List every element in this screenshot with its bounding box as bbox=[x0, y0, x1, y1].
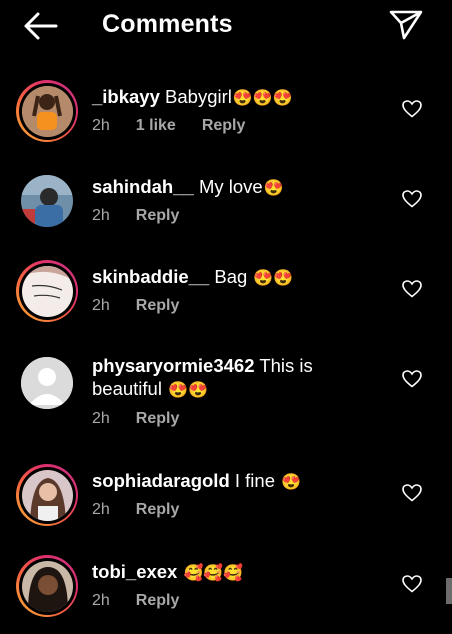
comment-time: 2h bbox=[92, 410, 110, 427]
reply-button[interactable]: Reply bbox=[202, 117, 246, 134]
heart-outline-icon[interactable] bbox=[402, 370, 422, 388]
reply-button[interactable]: Reply bbox=[136, 207, 180, 224]
comment-time: 2h bbox=[92, 592, 110, 609]
comment-time: 2h bbox=[92, 501, 110, 518]
reply-button[interactable]: Reply bbox=[136, 592, 180, 609]
paper-plane-icon[interactable] bbox=[388, 8, 424, 42]
avatar[interactable] bbox=[16, 170, 78, 232]
back-arrow-icon[interactable] bbox=[20, 10, 60, 42]
scrollbar-thumb[interactable] bbox=[446, 578, 452, 604]
comment-username[interactable]: tobi_exex bbox=[92, 561, 177, 582]
comment-body: Babygirl bbox=[165, 86, 232, 107]
page-title: Comments bbox=[102, 10, 233, 38]
comment-meta: 2h 1 like Reply bbox=[92, 117, 271, 135]
comment-body: My love bbox=[198, 176, 263, 197]
comment-meta: 2h Reply bbox=[92, 207, 205, 225]
heart-outline-icon[interactable] bbox=[402, 484, 422, 502]
comment-text: tobi_exex 🥰🥰🥰 bbox=[92, 560, 382, 585]
comment-username[interactable]: _ibkayy bbox=[92, 86, 160, 107]
avatar[interactable] bbox=[16, 464, 78, 526]
reply-button[interactable]: Reply bbox=[136, 410, 180, 427]
comment-username[interactable]: sophiadaragold bbox=[92, 470, 230, 491]
comment-likes[interactable]: 1 like bbox=[136, 117, 176, 134]
comment-time: 2h bbox=[92, 207, 110, 224]
comment-emoji: 🥰🥰🥰 bbox=[183, 565, 244, 582]
heart-outline-icon[interactable] bbox=[402, 100, 422, 118]
comment-emoji: 😍 bbox=[263, 180, 284, 197]
comment-meta: 2h Reply bbox=[92, 410, 205, 428]
comment-username[interactable]: sahindah__ bbox=[92, 176, 194, 197]
comment-emoji: 😍😍😍 bbox=[232, 90, 293, 107]
comment-text: sophiadaragold I fine 😍 bbox=[92, 469, 382, 494]
heart-outline-icon[interactable] bbox=[402, 190, 422, 208]
avatar[interactable] bbox=[16, 80, 78, 142]
avatar[interactable] bbox=[16, 352, 78, 414]
comment-meta: 2h Reply bbox=[92, 501, 205, 519]
header-bar: Comments bbox=[0, 0, 452, 52]
comment-username[interactable]: physaryormie3462 bbox=[92, 355, 255, 376]
comment-emoji: 😍 bbox=[281, 474, 302, 491]
comment-text: sahindah__ My love😍 bbox=[92, 175, 382, 200]
comment-emoji: 😍😍 bbox=[168, 382, 208, 399]
reply-button[interactable]: Reply bbox=[136, 501, 180, 518]
heart-outline-icon[interactable] bbox=[402, 575, 422, 593]
comment-body: I fine bbox=[234, 470, 275, 491]
comment-text: physaryormie3462 This is beautiful 😍😍 bbox=[92, 354, 332, 402]
heart-outline-icon[interactable] bbox=[402, 280, 422, 298]
avatar[interactable] bbox=[16, 555, 78, 617]
comment-text: skinbaddie__ Bag 😍😍 bbox=[92, 265, 382, 290]
comment-emoji: 😍😍 bbox=[253, 270, 294, 287]
reply-button[interactable]: Reply bbox=[136, 297, 180, 314]
comment-meta: 2h Reply bbox=[92, 297, 205, 315]
comment-time: 2h bbox=[92, 117, 110, 134]
comment-username[interactable]: skinbaddie__ bbox=[92, 266, 209, 287]
comment-meta: 2h Reply bbox=[92, 592, 205, 610]
comment-body: Bag bbox=[214, 266, 248, 287]
comment-time: 2h bbox=[92, 297, 110, 314]
avatar[interactable] bbox=[16, 260, 78, 322]
comment-text: _ibkayy Babygirl😍😍😍 bbox=[92, 85, 382, 110]
